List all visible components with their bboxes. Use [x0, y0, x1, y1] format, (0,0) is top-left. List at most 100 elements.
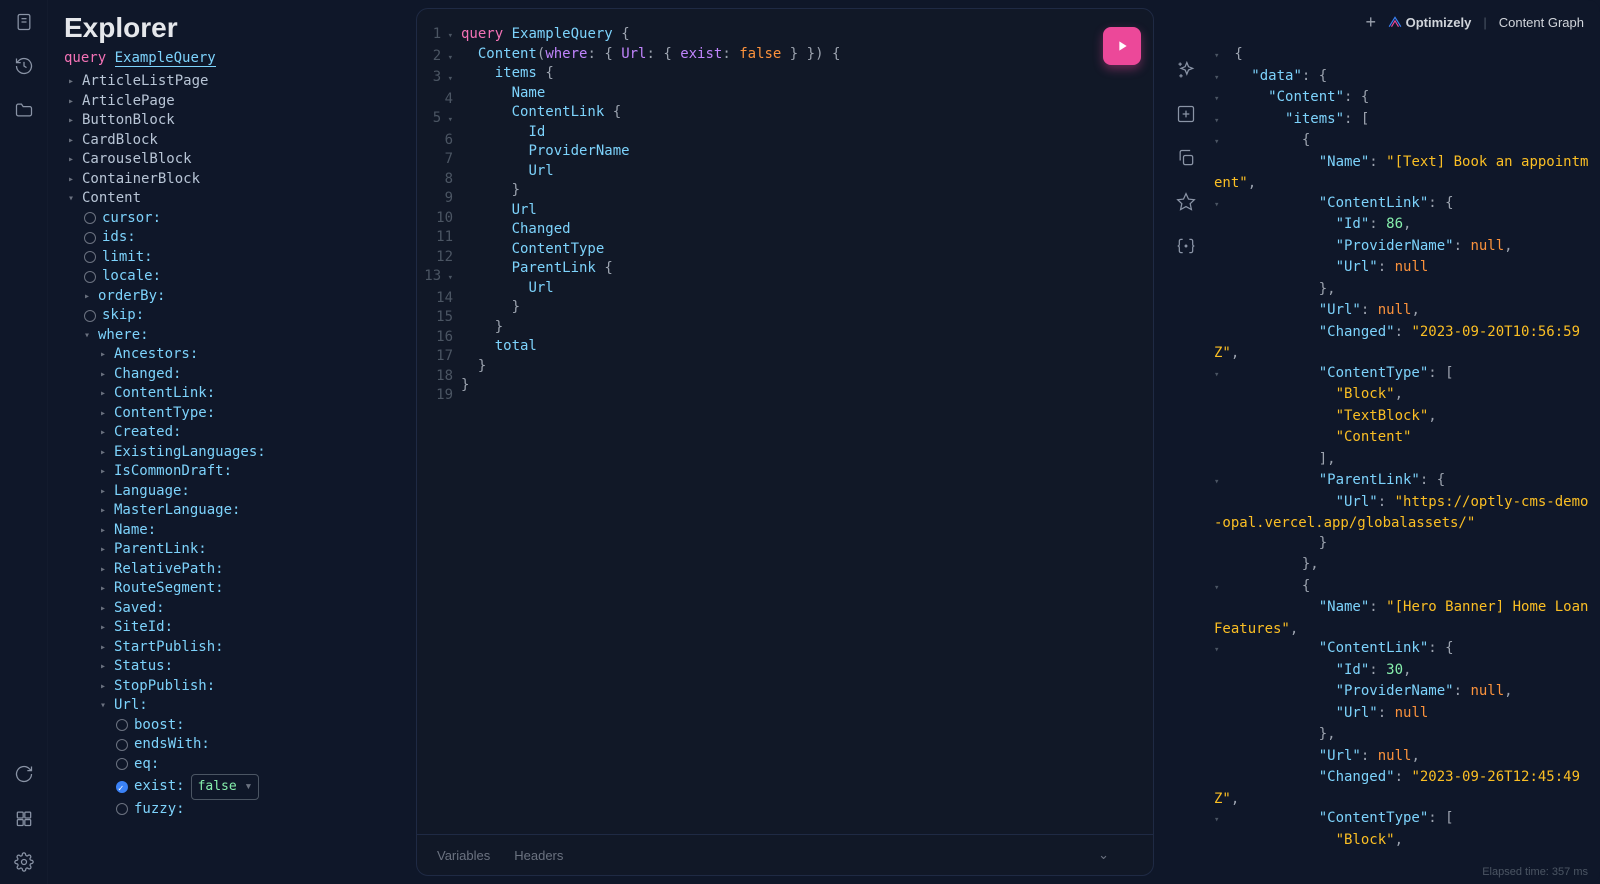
- tree-node[interactable]: eq:: [60, 755, 408, 775]
- result-body[interactable]: ▾ {▾ "data": {▾ "Content": {▾ "items": […: [1210, 45, 1600, 860]
- elapsed-time: Elapsed time: 357 ms: [1210, 860, 1600, 884]
- expand-arrow-icon[interactable]: ▸: [100, 443, 110, 463]
- tree-node[interactable]: cursor:: [60, 209, 408, 229]
- tree-node[interactable]: ▸Ancestors:: [60, 345, 408, 365]
- settings-icon[interactable]: [14, 852, 34, 872]
- expand-arrow-icon[interactable]: ▸: [100, 482, 110, 502]
- star-icon[interactable]: [1176, 192, 1196, 212]
- tree-node[interactable]: ▸CarouselBlock: [60, 150, 408, 170]
- tree-node[interactable]: locale:: [60, 267, 408, 287]
- expand-arrow-icon[interactable]: ▸: [100, 404, 110, 424]
- merge-icon[interactable]: [1176, 104, 1196, 124]
- tree-node[interactable]: ▸ExistingLanguages:: [60, 443, 408, 463]
- expand-arrow-icon[interactable]: ▸: [100, 423, 110, 443]
- radio-icon[interactable]: [84, 212, 96, 224]
- tab-headers[interactable]: Headers: [514, 848, 563, 863]
- tree-node[interactable]: ▸ArticleListPage: [60, 72, 408, 92]
- brackets-icon[interactable]: [1176, 236, 1196, 256]
- tree-node[interactable]: boost:: [60, 716, 408, 736]
- tree-node[interactable]: skip:: [60, 306, 408, 326]
- tree-node[interactable]: ▸ParentLink:: [60, 540, 408, 560]
- expand-arrow-icon[interactable]: ▸: [100, 677, 110, 697]
- expand-arrow-icon[interactable]: ▸: [100, 579, 110, 599]
- product-name: Content Graph: [1499, 15, 1584, 30]
- tree-node[interactable]: ▸SiteId:: [60, 618, 408, 638]
- expand-arrow-icon[interactable]: ▸: [100, 657, 110, 677]
- keyboard-icon[interactable]: [14, 808, 34, 828]
- tree-node[interactable]: limit:: [60, 248, 408, 268]
- exist-select[interactable]: false: [191, 774, 260, 800]
- expand-arrow-icon[interactable]: ▸: [100, 501, 110, 521]
- document-icon[interactable]: [14, 12, 34, 32]
- tree-node[interactable]: exist:false: [60, 774, 408, 800]
- expand-arrow-icon[interactable]: ▸: [68, 72, 78, 92]
- radio-icon[interactable]: [116, 739, 128, 751]
- tree-node[interactable]: ▸CardBlock: [60, 131, 408, 151]
- expand-arrow-icon[interactable]: ▸: [100, 638, 110, 658]
- tree-node[interactable]: ▾Url:: [60, 696, 408, 716]
- tree-node[interactable]: ids:: [60, 228, 408, 248]
- radio-icon[interactable]: [84, 310, 96, 322]
- tree-node[interactable]: endsWith:: [60, 735, 408, 755]
- expand-arrow-icon[interactable]: ▸: [100, 462, 110, 482]
- tree-node[interactable]: ▾where:: [60, 326, 408, 346]
- expand-arrow-icon[interactable]: ▸: [68, 131, 78, 151]
- expand-arrow-icon[interactable]: ▸: [100, 521, 110, 541]
- expand-arrow-icon[interactable]: ▾: [84, 326, 94, 346]
- tree-node[interactable]: ▸Language:: [60, 482, 408, 502]
- tree-node[interactable]: ▸Saved:: [60, 599, 408, 619]
- tree-node[interactable]: ▸ContentType:: [60, 404, 408, 424]
- tree-node[interactable]: ▸RelativePath:: [60, 560, 408, 580]
- expand-arrow-icon[interactable]: ▸: [68, 150, 78, 170]
- tree-node[interactable]: ▸orderBy:: [60, 287, 408, 307]
- tree-node[interactable]: ▸ContainerBlock: [60, 170, 408, 190]
- expand-arrow-icon[interactable]: ▾: [68, 189, 78, 209]
- folder-icon[interactable]: [14, 100, 34, 120]
- tree-node[interactable]: ▸Created:: [60, 423, 408, 443]
- result-header: + Optimizely | Content Graph: [1210, 0, 1600, 45]
- expand-arrow-icon[interactable]: ▾: [100, 696, 110, 716]
- radio-icon[interactable]: [116, 719, 128, 731]
- tree-node[interactable]: ▸ButtonBlock: [60, 111, 408, 131]
- expand-arrow-icon[interactable]: ▸: [68, 170, 78, 190]
- tree-node[interactable]: ▸ContentLink:: [60, 384, 408, 404]
- tab-variables[interactable]: Variables: [437, 848, 490, 863]
- expand-arrow-icon[interactable]: ▸: [100, 384, 110, 404]
- history-icon[interactable]: [14, 56, 34, 76]
- expand-arrow-icon[interactable]: ▸: [100, 560, 110, 580]
- copy-icon[interactable]: [1176, 148, 1196, 168]
- tree-node[interactable]: fuzzy:: [60, 800, 408, 820]
- expand-arrow-icon[interactable]: ▸: [100, 618, 110, 638]
- tree-node[interactable]: ▸ArticlePage: [60, 92, 408, 112]
- refresh-icon[interactable]: [14, 764, 34, 784]
- tree-node[interactable]: ▸StopPublish:: [60, 677, 408, 697]
- tree-node[interactable]: ▾Content: [60, 189, 408, 209]
- add-tab-icon[interactable]: +: [1365, 12, 1376, 33]
- tree-node[interactable]: ▸RouteSegment:: [60, 579, 408, 599]
- radio-icon[interactable]: [116, 803, 128, 815]
- tree-node[interactable]: ▸Name:: [60, 521, 408, 541]
- expand-arrow-icon[interactable]: ▸: [68, 111, 78, 131]
- chevron-down-icon[interactable]: ⌄: [1098, 847, 1109, 863]
- tree-node[interactable]: ▸StartPublish:: [60, 638, 408, 658]
- expand-arrow-icon[interactable]: ▸: [100, 599, 110, 619]
- tree-node[interactable]: ▸MasterLanguage:: [60, 501, 408, 521]
- run-button[interactable]: [1103, 27, 1141, 65]
- radio-icon[interactable]: [84, 251, 96, 263]
- expand-arrow-icon[interactable]: ▸: [100, 365, 110, 385]
- magic-icon[interactable]: [1176, 60, 1196, 80]
- expand-arrow-icon[interactable]: ▸: [68, 92, 78, 112]
- radio-icon[interactable]: [84, 232, 96, 244]
- tree-node[interactable]: ▸IsCommonDraft:: [60, 462, 408, 482]
- query-editor[interactable]: 1 ▾2 ▾3 ▾4 5 ▾6 7 8 9 10 11 12 13 ▾14 15…: [416, 8, 1154, 835]
- query-name-link[interactable]: ExampleQuery: [115, 50, 216, 67]
- code-content[interactable]: query ExampleQuery { Content(where: { Ur…: [461, 25, 1153, 406]
- expand-arrow-icon[interactable]: ▸: [84, 287, 94, 307]
- tree-node[interactable]: ▸Changed:: [60, 365, 408, 385]
- tree-node[interactable]: ▸Status:: [60, 657, 408, 677]
- radio-icon[interactable]: [84, 271, 96, 283]
- radio-icon[interactable]: [116, 758, 128, 770]
- radio-icon[interactable]: [116, 781, 128, 793]
- expand-arrow-icon[interactable]: ▸: [100, 540, 110, 560]
- expand-arrow-icon[interactable]: ▸: [100, 345, 110, 365]
